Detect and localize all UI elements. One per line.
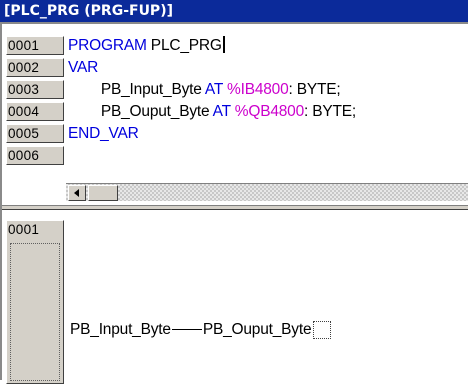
- text-token: : BYTE;: [304, 103, 357, 120]
- line-number: 0003: [6, 80, 64, 99]
- keyword-token: PROGRAM: [68, 37, 147, 54]
- code-text[interactable]: VAR: [68, 58, 98, 77]
- code-text[interactable]: PROGRAM PLC_PRG: [68, 36, 225, 55]
- arrow-left-icon: [74, 189, 79, 197]
- fup-network-pane[interactable]: 0001 PB_Input_Byte PB_Ouput_Byte: [2, 210, 468, 384]
- code-text[interactable]: END_VAR: [68, 124, 139, 143]
- text-token: PLC_PRG: [146, 37, 222, 54]
- editor-frame: 0001 PROGRAM PLC_PRG 0002 VAR 0003 PB_Input_…: [0, 22, 468, 384]
- window-title: [PLC_PRG (PRG-FUP)]: [0, 0, 468, 22]
- line-number: 0002: [6, 58, 64, 77]
- network-selection-frame[interactable]: [10, 243, 60, 381]
- text-token: PB_Ouput_Byte: [68, 103, 213, 120]
- declaration-pane[interactable]: 0001 PROGRAM PLC_PRG 0002 VAR 0003 PB_Input_…: [2, 24, 468, 184]
- line-number: 0001: [6, 36, 64, 55]
- code-text[interactable]: PB_Ouput_Byte AT %QB4800: BYTE;: [68, 102, 356, 121]
- scroll-left-button[interactable]: [68, 185, 86, 201]
- keyword-token: VAR: [68, 59, 99, 76]
- network-number: 0001: [8, 222, 40, 237]
- text-cursor: [222, 36, 225, 53]
- address-token: %IB4800: [222, 81, 289, 98]
- output-variable[interactable]: PB_Ouput_Byte: [203, 321, 312, 338]
- connection-line: [171, 329, 202, 331]
- keyword-token: AT: [204, 81, 223, 98]
- input-variable[interactable]: PB_Input_Byte: [70, 321, 171, 338]
- scroll-thumb[interactable]: [88, 185, 118, 201]
- network-number-column: 0001: [6, 220, 64, 384]
- line-number: 0006: [6, 146, 64, 165]
- text-token: PB_Input_Byte: [68, 81, 205, 98]
- horizontal-scrollbar[interactable]: [66, 183, 468, 201]
- keyword-token: END_VAR: [68, 125, 139, 142]
- address-token: %QB4800: [230, 103, 305, 120]
- network-row: PB_Input_Byte PB_Ouput_Byte: [70, 320, 332, 340]
- output-placeholder-box[interactable]: [313, 320, 332, 339]
- line-number: 0004: [6, 102, 64, 121]
- code-text[interactable]: PB_Input_Byte AT %IB4800: BYTE;: [68, 80, 341, 99]
- text-token: : BYTE;: [288, 81, 341, 98]
- keyword-token: AT: [212, 103, 231, 120]
- line-number: 0005: [6, 124, 64, 143]
